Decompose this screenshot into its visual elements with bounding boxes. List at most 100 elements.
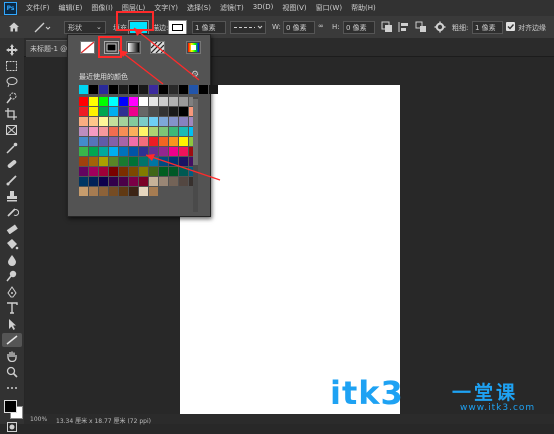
color-swatch[interactable] (99, 107, 108, 116)
path-operations-icon[interactable] (381, 21, 393, 33)
color-swatch[interactable] (99, 167, 108, 176)
color-swatch[interactable] (89, 167, 98, 176)
color-swatch[interactable] (139, 167, 148, 176)
color-swatch[interactable] (119, 167, 128, 176)
color-swatch[interactable] (109, 137, 118, 146)
move-tool-icon[interactable] (5, 44, 19, 56)
healing-brush-tool-icon[interactable] (5, 158, 19, 170)
color-swatch[interactable] (79, 127, 88, 136)
color-swatch[interactable] (169, 157, 178, 166)
color-swatch[interactable] (159, 167, 168, 176)
color-swatch[interactable] (169, 167, 178, 176)
color-swatch[interactable] (169, 177, 178, 186)
color-swatch[interactable] (149, 127, 158, 136)
color-swatch[interactable] (119, 117, 128, 126)
line-tool-preset-icon[interactable] (32, 20, 52, 34)
color-swatch[interactable] (79, 147, 88, 156)
color-swatch[interactable] (129, 177, 138, 186)
recent-color-swatch[interactable] (79, 85, 88, 94)
menu-item-10[interactable]: 帮助(H) (351, 3, 376, 15)
color-swatch[interactable] (129, 167, 138, 176)
mode-select[interactable]: 形状 ⌄ (64, 21, 106, 34)
color-swatch[interactable] (129, 147, 138, 156)
color-swatch[interactable] (129, 107, 138, 116)
color-swatch[interactable] (159, 117, 168, 126)
color-swatch[interactable] (79, 177, 88, 186)
recent-color-swatch[interactable] (89, 85, 98, 94)
color-swatch[interactable] (139, 157, 148, 166)
color-swatch[interactable] (149, 157, 158, 166)
color-swatch[interactable] (109, 187, 118, 196)
color-swatch[interactable] (179, 177, 188, 186)
solid-color-button[interactable] (104, 41, 119, 54)
color-swatch[interactable] (139, 187, 148, 196)
document-canvas[interactable] (180, 85, 400, 423)
color-swatch[interactable] (149, 187, 158, 196)
color-swatch[interactable] (109, 97, 118, 106)
color-swatch[interactable] (139, 97, 148, 106)
color-swatch[interactable] (119, 147, 128, 156)
recent-color-swatch[interactable] (139, 85, 148, 94)
color-swatch[interactable] (109, 177, 118, 186)
color-swatch[interactable] (179, 117, 188, 126)
color-swatch[interactable] (139, 137, 148, 146)
home-icon[interactable] (8, 21, 20, 33)
type-tool-icon[interactable] (5, 302, 19, 314)
color-swatch[interactable] (149, 137, 158, 146)
color-picker-button[interactable] (186, 41, 201, 54)
color-swatch[interactable] (109, 147, 118, 156)
color-swatch[interactable] (109, 157, 118, 166)
history-brush-tool-icon[interactable] (5, 206, 20, 218)
color-swatch[interactable] (119, 137, 128, 146)
recent-color-swatch[interactable] (149, 85, 158, 94)
recent-color-swatch[interactable] (99, 85, 108, 94)
pen-tool-icon[interactable] (5, 286, 19, 298)
color-swatch[interactable] (139, 147, 148, 156)
color-swatch[interactable] (179, 137, 188, 146)
align-edges-checkbox[interactable] (506, 22, 515, 31)
menu-item-1[interactable]: 编辑(E) (59, 3, 83, 15)
color-swatch[interactable] (109, 127, 118, 136)
color-swatch[interactable] (129, 97, 138, 106)
color-swatch[interactable] (169, 97, 178, 106)
lasso-tool-icon[interactable] (5, 76, 19, 88)
color-swatch[interactable] (89, 127, 98, 136)
color-swatch[interactable] (139, 107, 148, 116)
color-swatch[interactable] (169, 117, 178, 126)
recent-color-swatch[interactable] (109, 85, 118, 94)
color-swatch[interactable] (169, 127, 178, 136)
color-swatch[interactable] (109, 117, 118, 126)
recent-color-swatch[interactable] (199, 85, 208, 94)
menu-item-7[interactable]: 3D(D) (253, 3, 274, 15)
color-swatch[interactable] (99, 187, 108, 196)
color-swatch[interactable] (129, 117, 138, 126)
color-swatch[interactable] (99, 147, 108, 156)
menu-item-2[interactable]: 图像(I) (91, 3, 113, 15)
menu-item-6[interactable]: 滤镜(T) (220, 3, 244, 15)
color-swatch[interactable] (79, 157, 88, 166)
brush-tool-icon[interactable] (5, 174, 19, 186)
line-tool-icon[interactable] (2, 333, 22, 347)
color-swatch[interactable] (129, 187, 138, 196)
path-arrangement-icon[interactable] (415, 21, 427, 33)
no-color-button[interactable] (80, 41, 95, 54)
menu-item-8[interactable]: 视图(V) (282, 3, 306, 15)
color-swatch[interactable] (79, 137, 88, 146)
color-swatch[interactable] (99, 157, 108, 166)
recent-color-swatch[interactable] (129, 85, 138, 94)
color-swatch[interactable] (119, 127, 128, 136)
menu-item-5[interactable]: 选择(S) (187, 3, 211, 15)
color-swatch[interactable] (89, 107, 98, 116)
color-swatch[interactable] (149, 97, 158, 106)
recent-color-swatch[interactable] (209, 85, 218, 94)
frame-tool-icon[interactable] (5, 124, 19, 136)
fill-color-swatch[interactable] (128, 20, 149, 35)
zoom-level[interactable]: 100% (30, 416, 47, 423)
path-selection-tool-icon[interactable] (5, 318, 19, 330)
recent-color-swatch[interactable] (189, 85, 198, 94)
crop-tool-icon[interactable] (5, 108, 19, 120)
color-swatch[interactable] (99, 177, 108, 186)
color-swatch[interactable] (169, 107, 178, 116)
color-swatch[interactable] (89, 97, 98, 106)
color-swatch[interactable] (89, 117, 98, 126)
